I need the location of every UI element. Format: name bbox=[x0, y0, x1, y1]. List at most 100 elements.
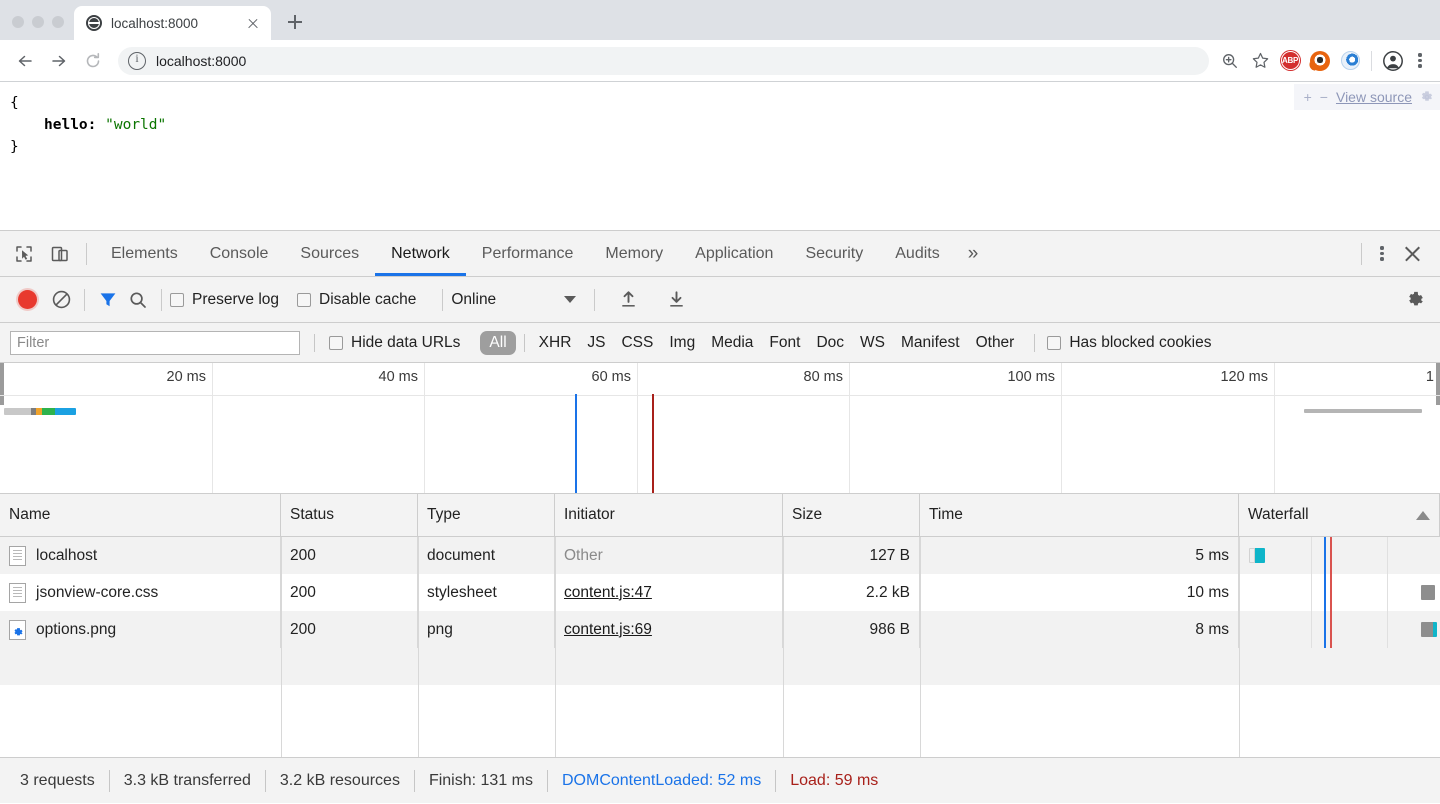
tab-elements[interactable]: Elements bbox=[95, 231, 194, 276]
table-row[interactable]: options.png 200 png content.js:69 986 B … bbox=[0, 611, 1440, 648]
blue-circle-glyph bbox=[1341, 51, 1360, 70]
search-button[interactable] bbox=[123, 285, 153, 315]
devtools-menu-button[interactable] bbox=[1370, 242, 1394, 266]
blue-circle-extension-icon[interactable] bbox=[1335, 46, 1365, 76]
cell-initiator[interactable]: content.js:47 bbox=[555, 574, 783, 611]
initiator-link[interactable]: content.js:69 bbox=[564, 621, 652, 639]
overview-tick-60ms: 60 ms bbox=[592, 369, 638, 385]
eye-extension-icon[interactable] bbox=[1305, 46, 1335, 76]
jsonview-options-gear-icon[interactable] bbox=[1420, 90, 1434, 104]
abp-extension-icon[interactable]: ABP bbox=[1275, 46, 1305, 76]
zoom-icon[interactable] bbox=[1215, 46, 1245, 76]
filter-type-ws[interactable]: WS bbox=[852, 334, 893, 352]
overview-tick-40ms: 40 ms bbox=[379, 369, 425, 385]
close-devtools-button[interactable] bbox=[1394, 236, 1430, 272]
maximize-window-button[interactable] bbox=[52, 16, 64, 28]
preserve-log-checkbox[interactable]: Preserve log bbox=[170, 291, 279, 309]
inspect-element-icon[interactable] bbox=[6, 236, 42, 272]
column-header-status[interactable]: Status bbox=[281, 494, 418, 536]
close-window-button[interactable] bbox=[12, 16, 24, 28]
tab-network[interactable]: Network bbox=[375, 231, 466, 276]
filter-type-all[interactable]: All bbox=[480, 331, 515, 355]
filter-type-media[interactable]: Media bbox=[703, 334, 761, 352]
clear-network-log-button[interactable] bbox=[46, 285, 76, 315]
cell-initiator[interactable]: content.js:69 bbox=[555, 611, 783, 648]
filter-button[interactable] bbox=[93, 285, 123, 315]
filter-type-other[interactable]: Other bbox=[968, 334, 1023, 352]
disable-cache-label: Disable cache bbox=[319, 291, 416, 309]
request-name: localhost bbox=[36, 547, 97, 565]
has-blocked-cookies-box[interactable] bbox=[1047, 336, 1061, 350]
filter-divider-1 bbox=[314, 334, 315, 352]
filter-type-font[interactable]: Font bbox=[761, 334, 808, 352]
has-blocked-cookies-checkbox[interactable]: Has blocked cookies bbox=[1047, 334, 1211, 352]
bookmark-star-icon[interactable] bbox=[1245, 46, 1275, 76]
address-bar[interactable]: localhost:8000 bbox=[118, 47, 1209, 75]
filter-type-xhr[interactable]: XHR bbox=[531, 334, 580, 352]
stylesheet-icon bbox=[9, 583, 26, 603]
column-header-size[interactable]: Size bbox=[783, 494, 920, 536]
filter-type-js[interactable]: JS bbox=[579, 334, 613, 352]
disable-cache-checkbox[interactable]: Disable cache bbox=[297, 291, 416, 309]
overview-domcontentloaded-line bbox=[575, 394, 577, 493]
cell-size: 127 B bbox=[783, 537, 920, 574]
tab-sources[interactable]: Sources bbox=[284, 231, 375, 276]
filter-type-doc[interactable]: Doc bbox=[808, 334, 852, 352]
new-tab-button[interactable] bbox=[281, 8, 309, 36]
close-tab-button[interactable] bbox=[243, 13, 263, 33]
profile-avatar-icon[interactable] bbox=[1378, 46, 1408, 76]
throttling-select[interactable]: Online bbox=[451, 291, 576, 309]
column-header-name[interactable]: Name bbox=[0, 494, 281, 536]
filter-type-css[interactable]: CSS bbox=[613, 334, 661, 352]
disable-cache-box[interactable] bbox=[297, 293, 311, 307]
cell-time: 5 ms bbox=[920, 537, 1239, 574]
tab-audits[interactable]: Audits bbox=[879, 231, 955, 276]
column-divider bbox=[418, 537, 419, 757]
browser-menu-button[interactable] bbox=[1408, 49, 1432, 73]
waterfall-load-line bbox=[1330, 611, 1332, 648]
hide-data-urls-box[interactable] bbox=[329, 336, 343, 350]
initiator-link[interactable]: content.js:47 bbox=[564, 584, 652, 602]
json-key: hello: bbox=[44, 117, 96, 133]
network-settings-gear-icon[interactable] bbox=[1400, 285, 1430, 315]
reload-button[interactable] bbox=[76, 44, 110, 78]
table-row[interactable]: jsonview-core.css 200 stylesheet content… bbox=[0, 574, 1440, 611]
export-har-button[interactable] bbox=[661, 285, 691, 315]
back-button[interactable] bbox=[8, 44, 42, 78]
tab-memory[interactable]: Memory bbox=[589, 231, 679, 276]
filter-input[interactable] bbox=[10, 331, 300, 355]
network-overview[interactable]: 20 ms 40 ms 60 ms 80 ms 100 ms 120 ms 1 bbox=[0, 363, 1440, 494]
filter-type-img[interactable]: Img bbox=[661, 334, 703, 352]
filter-type-manifest[interactable]: Manifest bbox=[893, 334, 968, 352]
column-header-time[interactable]: Time bbox=[920, 494, 1239, 536]
column-header-type[interactable]: Type bbox=[418, 494, 555, 536]
overview-request-bar-localhost bbox=[4, 408, 76, 415]
browser-tab[interactable]: localhost:8000 bbox=[74, 6, 271, 40]
tab-application[interactable]: Application bbox=[679, 231, 789, 276]
cell-size: 986 B bbox=[783, 611, 920, 648]
tab-console[interactable]: Console bbox=[194, 231, 285, 276]
expand-all-button[interactable]: + bbox=[1304, 89, 1312, 105]
tab-performance[interactable]: Performance bbox=[466, 231, 590, 276]
minimize-window-button[interactable] bbox=[32, 16, 44, 28]
column-header-waterfall[interactable]: Waterfall bbox=[1239, 494, 1440, 536]
forward-button[interactable] bbox=[42, 44, 76, 78]
record-button[interactable] bbox=[18, 290, 37, 309]
overview-tick-120ms: 120 ms bbox=[1220, 369, 1274, 385]
preserve-log-box[interactable] bbox=[170, 293, 184, 307]
hide-data-urls-checkbox[interactable]: Hide data URLs bbox=[329, 334, 460, 352]
toolbar-divider-4 bbox=[594, 289, 595, 311]
table-row[interactable]: localhost 200 document Other 127 B 5 ms bbox=[0, 537, 1440, 574]
document-icon bbox=[9, 546, 26, 566]
collapse-all-button[interactable]: − bbox=[1320, 89, 1328, 105]
device-toolbar-icon[interactable] bbox=[42, 236, 78, 272]
json-close-brace: } bbox=[10, 136, 1440, 158]
cell-name: options.png bbox=[0, 611, 281, 648]
view-source-link[interactable]: View source bbox=[1336, 89, 1412, 105]
import-har-button[interactable] bbox=[613, 285, 643, 315]
column-header-initiator[interactable]: Initiator bbox=[555, 494, 783, 536]
cell-initiator: Other bbox=[555, 537, 783, 574]
more-tabs-button[interactable]: » bbox=[956, 243, 991, 265]
tab-security[interactable]: Security bbox=[789, 231, 879, 276]
site-info-icon[interactable] bbox=[128, 52, 146, 70]
